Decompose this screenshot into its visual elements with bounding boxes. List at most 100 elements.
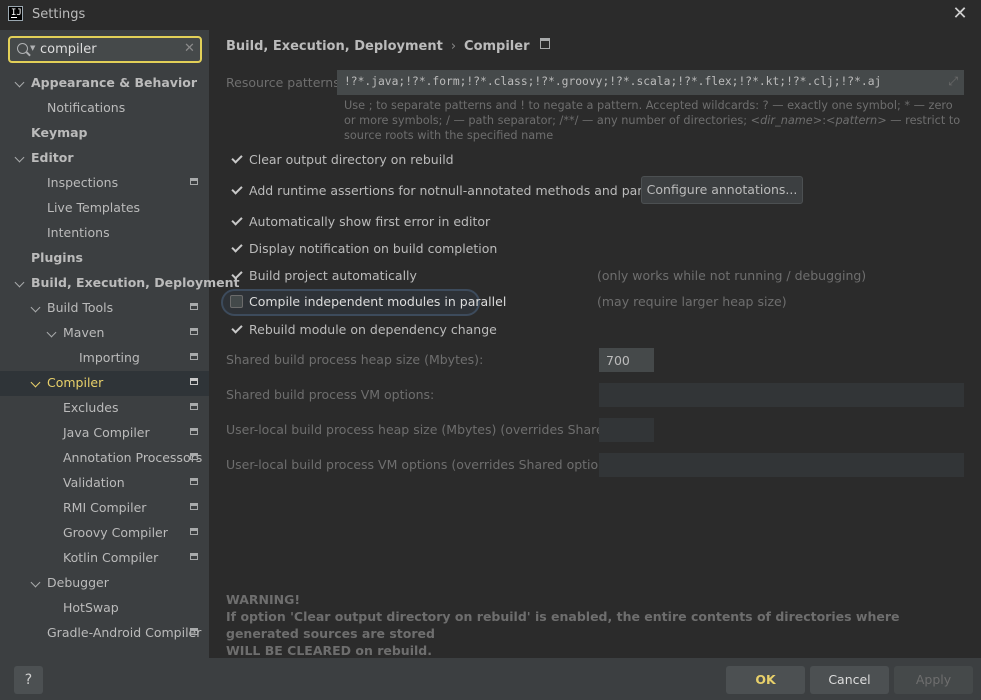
sidebar-item-label: Java Compiler bbox=[63, 425, 150, 440]
sidebar-item-editor[interactable]: Editor bbox=[0, 146, 209, 171]
project-scope-icon bbox=[190, 453, 198, 460]
expand-icon[interactable]: ⤢ bbox=[948, 74, 958, 89]
sidebar-item-intentions[interactable]: Intentions bbox=[0, 221, 209, 246]
runtime-assertions-checkbox[interactable] bbox=[230, 184, 243, 197]
shared-vm-label: Shared build process VM options: bbox=[226, 387, 435, 402]
project-scope-icon bbox=[190, 378, 198, 385]
local-heap-field[interactable] bbox=[599, 418, 654, 442]
sidebar-item-hotswap[interactable]: HotSwap bbox=[0, 596, 209, 621]
sidebar-item-java-compiler[interactable]: Java Compiler bbox=[0, 421, 209, 446]
chevron-down-icon[interactable] bbox=[46, 327, 57, 338]
resource-patterns-help: Use ; to separate patterns and ! to nega… bbox=[344, 98, 964, 143]
sidebar-item-rmi-compiler[interactable]: RMI Compiler bbox=[0, 496, 209, 521]
close-icon[interactable]: ✕ bbox=[950, 4, 970, 24]
show-first-error-label[interactable]: Automatically show first error in editor bbox=[249, 214, 490, 229]
sidebar-item-live-templates[interactable]: Live Templates bbox=[0, 196, 209, 221]
sidebar-item-label: Gradle-Android Compiler bbox=[47, 625, 202, 640]
build-automatically-note: (only works while not running / debuggin… bbox=[597, 268, 867, 283]
search-options-chevron-icon[interactable]: ▼ bbox=[30, 44, 35, 52]
chevron-down-icon[interactable] bbox=[14, 77, 25, 88]
project-scope-icon bbox=[190, 553, 198, 560]
chevron-down-icon[interactable] bbox=[30, 302, 41, 313]
configure-annotations-button[interactable]: Configure annotations... bbox=[641, 176, 803, 204]
clear-output-label[interactable]: Clear output directory on rebuild bbox=[249, 152, 454, 167]
parallel-compile-label[interactable]: Compile independent modules in parallel bbox=[249, 294, 506, 309]
sidebar-item-validation[interactable]: Validation bbox=[0, 471, 209, 496]
shared-heap-label: Shared build process heap size (Mbytes): bbox=[226, 352, 484, 367]
project-scope-icon bbox=[190, 353, 198, 360]
sidebar-item-groovy-compiler[interactable]: Groovy Compiler bbox=[0, 521, 209, 546]
rebuild-on-dependency-checkbox[interactable] bbox=[230, 323, 243, 336]
local-heap-label: User-local build process heap size (Mbyt… bbox=[226, 422, 649, 437]
sidebar-item-keymap[interactable]: Keymap bbox=[0, 121, 209, 146]
search-input[interactable]: ▼ compiler ✕ bbox=[8, 36, 202, 63]
resource-patterns-field[interactable]: !?*.java;!?*.form;!?*.class;!?*.groovy;!… bbox=[337, 70, 964, 95]
breadcrumb-current: Compiler bbox=[464, 39, 530, 54]
window-title: Settings bbox=[32, 7, 86, 22]
breadcrumb-parent[interactable]: Build, Execution, Deployment bbox=[226, 39, 443, 54]
sidebar-item-label: Live Templates bbox=[47, 200, 141, 215]
local-vm-label: User-local build process VM options (ove… bbox=[226, 457, 622, 472]
clear-output-checkbox[interactable] bbox=[230, 153, 243, 166]
sidebar-item-compiler[interactable]: Compiler bbox=[0, 371, 209, 396]
sidebar-item-label: Plugins bbox=[31, 250, 83, 265]
help-text-dir-name: <dir_name> bbox=[750, 114, 823, 127]
sidebar-item-appearance-behavior[interactable]: Appearance & Behavior bbox=[0, 71, 209, 96]
project-scope-icon bbox=[190, 178, 198, 185]
project-scope-icon bbox=[190, 528, 198, 535]
sidebar-item-build-execution-deployment[interactable]: Build, Execution, Deployment bbox=[0, 271, 239, 296]
runtime-assertions-label[interactable]: Add runtime assertions for notnull-annot… bbox=[249, 183, 694, 198]
sidebar-item-excludes[interactable]: Excludes bbox=[0, 396, 209, 421]
sidebar-item-maven[interactable]: Maven bbox=[0, 321, 209, 346]
sidebar-item-inspections[interactable]: Inspections bbox=[0, 171, 209, 196]
sidebar-item-notifications[interactable]: Notifications bbox=[0, 96, 209, 121]
chevron-down-icon[interactable] bbox=[14, 152, 25, 163]
search-icon[interactable] bbox=[17, 43, 28, 54]
sidebar-item-label: Excludes bbox=[63, 400, 119, 415]
sidebar-item-kotlin-compiler[interactable]: Kotlin Compiler bbox=[0, 546, 209, 571]
shared-heap-value[interactable]: 700 bbox=[606, 353, 630, 368]
sidebar-item-label: HotSwap bbox=[63, 600, 119, 615]
help-button[interactable]: ? bbox=[14, 666, 43, 694]
notify-build-checkbox[interactable] bbox=[230, 242, 243, 255]
warning-line-1: If option 'Clear output directory on reb… bbox=[226, 609, 900, 641]
rebuild-on-dependency-label[interactable]: Rebuild module on dependency change bbox=[249, 322, 497, 337]
sidebar-item-debugger[interactable]: Debugger bbox=[0, 571, 209, 596]
build-automatically-checkbox[interactable] bbox=[230, 269, 243, 282]
breadcrumb-separator: › bbox=[450, 39, 457, 54]
project-scope-icon bbox=[190, 403, 198, 410]
intellij-icon: IJ bbox=[8, 6, 23, 21]
build-automatically-label[interactable]: Build project automatically bbox=[249, 268, 417, 283]
sidebar-item-label: Groovy Compiler bbox=[63, 525, 168, 540]
sidebar-item-label: Importing bbox=[79, 350, 140, 365]
parallel-compile-checkbox[interactable] bbox=[230, 295, 243, 308]
sidebar-item-label: Notifications bbox=[47, 100, 126, 115]
cancel-button[interactable]: Cancel bbox=[810, 666, 889, 694]
sidebar-item-label: Keymap bbox=[31, 125, 88, 140]
sidebar-item-label: Validation bbox=[63, 475, 125, 490]
sidebar-item-importing[interactable]: Importing bbox=[0, 346, 209, 371]
shared-heap-field[interactable]: 700 bbox=[599, 348, 654, 372]
clear-icon[interactable]: ✕ bbox=[184, 41, 195, 56]
shared-vm-field[interactable] bbox=[599, 383, 964, 407]
sidebar-item-label: Appearance & Behavior bbox=[31, 75, 197, 90]
resource-patterns-value[interactable]: !?*.java;!?*.form;!?*.class;!?*.groovy;!… bbox=[344, 75, 881, 88]
sidebar-item-gradle-android-compiler[interactable]: Gradle-Android Compiler bbox=[0, 621, 209, 646]
sidebar-item-plugins[interactable]: Plugins bbox=[0, 246, 209, 271]
ok-button[interactable]: OK bbox=[726, 666, 805, 694]
local-vm-field[interactable] bbox=[599, 453, 964, 477]
sidebar-item-label: Build Tools bbox=[47, 300, 114, 315]
sidebar-item-annotation-processors[interactable]: Annotation Processors bbox=[0, 446, 209, 471]
sidebar-item-build-tools[interactable]: Build Tools bbox=[0, 296, 209, 321]
warning-title: WARNING! bbox=[226, 592, 301, 607]
search-input-value[interactable]: compiler bbox=[40, 42, 97, 57]
chevron-down-icon[interactable] bbox=[30, 377, 41, 388]
apply-button[interactable]: Apply bbox=[894, 666, 973, 694]
project-scope-icon bbox=[539, 38, 550, 49]
chevron-down-icon[interactable] bbox=[14, 277, 25, 288]
warning-message: WARNING! If option 'Clear output directo… bbox=[226, 591, 966, 659]
chevron-down-icon[interactable] bbox=[30, 577, 41, 588]
sidebar-item-label: RMI Compiler bbox=[63, 500, 147, 515]
notify-build-label[interactable]: Display notification on build completion bbox=[249, 241, 497, 256]
show-first-error-checkbox[interactable] bbox=[230, 215, 243, 228]
